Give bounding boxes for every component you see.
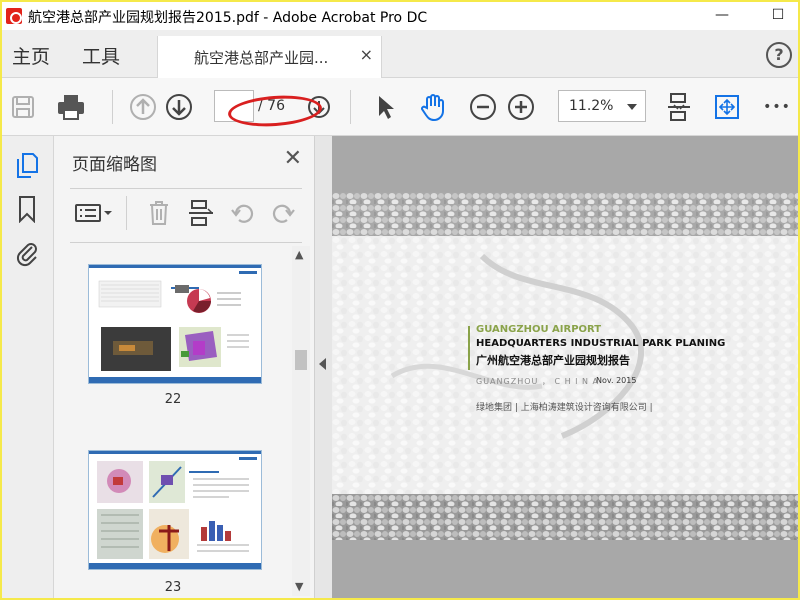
close-panel-icon[interactable]: ✕ [284, 146, 302, 171]
zoom-in-icon[interactable] [506, 92, 536, 122]
panel-title: 页面缩略图 [72, 155, 157, 175]
help-button[interactable]: ? [766, 42, 792, 68]
attachment-icon[interactable] [12, 238, 42, 268]
close-tab-icon[interactable]: × [360, 45, 373, 64]
page-total: / 76 [258, 98, 285, 114]
thumbnail-scrollbar[interactable]: ▲ ▼ [292, 246, 310, 596]
hand-tool-icon[interactable] [418, 92, 448, 122]
insert-page-icon[interactable] [186, 198, 216, 228]
cover-city: GUANGZHOU ， C H I N A [476, 377, 600, 386]
window-title: 航空港总部产业园规划报告2015.pdf - Adobe Acrobat Pro… [28, 10, 428, 26]
tab-tools[interactable]: 工具 [82, 42, 120, 69]
toolbar-separator [112, 90, 113, 124]
left-nav-rail [2, 136, 54, 598]
save-icon[interactable] [8, 92, 38, 122]
print-icon[interactable] [56, 92, 86, 122]
cover-date: Nov. 2015 [596, 376, 637, 385]
cover-line-2: HEADQUARTERS INDUSTRIAL PARK PLANING [476, 338, 726, 349]
page-thumbnails-icon[interactable] [12, 150, 42, 180]
maximize-button[interactable]: ☐ [758, 2, 798, 30]
mosaic-band-bottom [332, 494, 798, 540]
page-number-input[interactable] [214, 90, 254, 122]
toolbar-separator [126, 196, 127, 230]
zoom-out-reading-icon[interactable] [304, 92, 334, 122]
divider [70, 188, 302, 189]
page-thumbnail[interactable] [88, 264, 262, 384]
cover-accent-bar [468, 326, 470, 370]
scroll-thumb[interactable] [295, 350, 307, 370]
panel-splitter[interactable] [314, 136, 332, 598]
tab-document[interactable]: 航空港总部产业园... × [157, 36, 382, 78]
toolbar-separator [350, 90, 351, 124]
cover-line-1: GUANGZHOU AIRPORT [476, 324, 602, 335]
thumbnail-list: 22 23 [54, 244, 292, 598]
more-options-icon[interactable]: ••• [762, 92, 792, 122]
cover-publishers: 绿地集团 | 上海柏涛建筑设计咨询有限公司 | [476, 403, 653, 413]
previous-page-icon[interactable] [128, 92, 158, 122]
zoom-level-value: 11.2% [569, 98, 614, 114]
scroll-up-icon[interactable]: ▲ [295, 248, 303, 261]
full-screen-icon[interactable] [712, 92, 742, 122]
thumbnail-options-icon[interactable] [74, 198, 114, 228]
document-tab-label: 航空港总部产业园... [194, 49, 329, 67]
acrobat-window: 航空港总部产业园规划报告2015.pdf - Adobe Acrobat Pro… [2, 2, 798, 598]
collapse-panel-icon[interactable] [319, 358, 326, 370]
zoom-out-icon[interactable] [468, 92, 498, 122]
scroll-down-icon[interactable]: ▼ [295, 580, 303, 593]
next-page-icon[interactable] [164, 92, 194, 122]
minimize-button[interactable]: — [702, 2, 742, 30]
title-bar: 航空港总部产业园规划报告2015.pdf - Adobe Acrobat Pro… [2, 2, 798, 30]
select-cursor-icon[interactable] [370, 92, 400, 122]
thumbnails-panel: 页面缩略图 ✕ 22 23 ▲ ▼ [54, 136, 314, 598]
scroll-mode-icon[interactable] [664, 92, 694, 122]
thumbnail-page-number: 23 [164, 580, 182, 595]
document-viewport[interactable]: GUANGZHOU AIRPORT HEADQUARTERS INDUSTRIA… [332, 136, 798, 598]
chevron-down-icon [627, 104, 637, 110]
cover-line-3: 广州航空港总部产业园规划报告 [476, 354, 630, 367]
tab-home[interactable]: 主页 [12, 42, 50, 69]
acrobat-app-icon [6, 8, 22, 24]
bookmark-icon[interactable] [12, 194, 42, 224]
main-toolbar: / 76 11.2% ••• [2, 78, 798, 136]
rotate-counterclockwise-icon[interactable] [228, 198, 258, 228]
delete-page-icon[interactable] [144, 198, 174, 228]
thumbnail-page-number: 22 [164, 392, 182, 407]
page-thumbnail[interactable] [88, 450, 262, 570]
rotate-clockwise-icon[interactable] [268, 198, 298, 228]
pdf-page: GUANGZHOU AIRPORT HEADQUARTERS INDUSTRIA… [332, 192, 798, 540]
panel-toolbar [54, 192, 314, 236]
zoom-level-select[interactable]: 11.2% [558, 90, 646, 122]
mosaic-band-top [332, 192, 798, 236]
divider [70, 242, 302, 243]
nav-row: 主页 工具 航空港总部产业园... × ? [2, 30, 798, 78]
